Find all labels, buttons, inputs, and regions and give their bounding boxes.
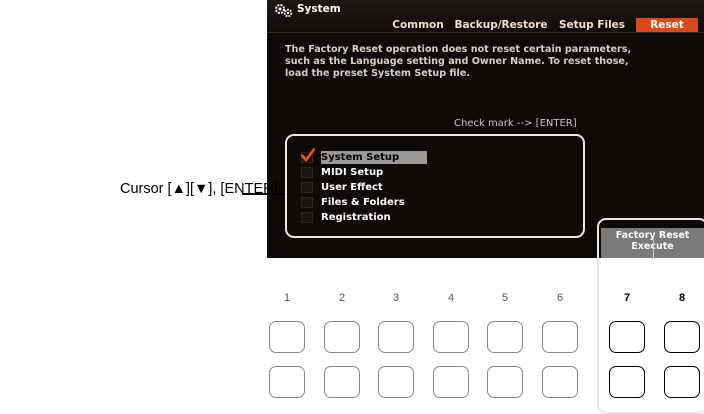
button-number-3: 3 (392, 292, 400, 304)
check-hint: Check mark --> [ENTER] (454, 118, 577, 129)
button-2-down[interactable] (324, 366, 360, 398)
button-5-up[interactable] (487, 321, 523, 353)
button-7-up[interactable] (609, 321, 645, 353)
tab-setup-files[interactable]: Setup Files (555, 18, 629, 32)
screen-title: System (297, 3, 341, 15)
button-3-up[interactable] (378, 321, 414, 353)
checkbox[interactable] (301, 212, 313, 223)
list-item-registration[interactable]: Registration (301, 211, 451, 224)
tab-common[interactable]: Common (390, 18, 446, 32)
button-8-down[interactable] (664, 366, 700, 398)
button-4-down[interactable] (433, 366, 469, 398)
list-item-system-setup[interactable]: System Setup (301, 148, 451, 164)
button-number-1: 1 (283, 292, 291, 304)
button-1-down[interactable] (269, 366, 305, 398)
gears-icon (275, 4, 293, 18)
callout-line (242, 193, 285, 195)
list-item-label: System Setup (321, 151, 428, 164)
list-item-label: Files & Folders (321, 197, 405, 208)
list-item-label: Registration (321, 212, 391, 223)
button-number-4: 4 (447, 292, 455, 304)
button-5-down[interactable] (487, 366, 523, 398)
tab-reset[interactable]: Reset (636, 18, 698, 32)
cursor-callout: Cursor [▲][▼], [ENTER] (120, 181, 278, 197)
button-3-down[interactable] (378, 366, 414, 398)
button-6-down[interactable] (542, 366, 578, 398)
button-number-6: 6 (556, 292, 564, 304)
checkbox[interactable] (301, 167, 313, 178)
button-7-down[interactable] (609, 366, 645, 398)
button-1-up[interactable] (269, 321, 305, 353)
label-divider (653, 235, 654, 258)
button-6-up[interactable] (542, 321, 578, 353)
title-bar: System Common Backup/Restore Setup Files… (267, 0, 704, 33)
list-item-midi-setup[interactable]: MIDI Setup (301, 166, 451, 179)
checkbox[interactable] (301, 182, 313, 193)
button-2-up[interactable] (324, 321, 360, 353)
button-number-5: 5 (501, 292, 509, 304)
button-number-8: 8 (678, 292, 686, 304)
checkbox[interactable] (301, 197, 313, 208)
reset-item-list: System Setup MIDI Setup User Effect File… (285, 134, 585, 238)
tab-backup-restore[interactable]: Backup/Restore (453, 18, 549, 32)
button-4-up[interactable] (433, 321, 469, 353)
list-item-user-effect[interactable]: User Effect (301, 181, 451, 194)
list-item-label: MIDI Setup (321, 167, 384, 178)
button-8-up[interactable] (664, 321, 700, 353)
button-number-7: 7 (623, 292, 631, 304)
list-item-files-folders[interactable]: Files & Folders (301, 196, 451, 209)
button-number-2: 2 (338, 292, 346, 304)
check-mark-icon (301, 148, 315, 162)
list-item-label: User Effect (321, 182, 383, 193)
description-text: The Factory Reset operation does not res… (285, 44, 632, 79)
